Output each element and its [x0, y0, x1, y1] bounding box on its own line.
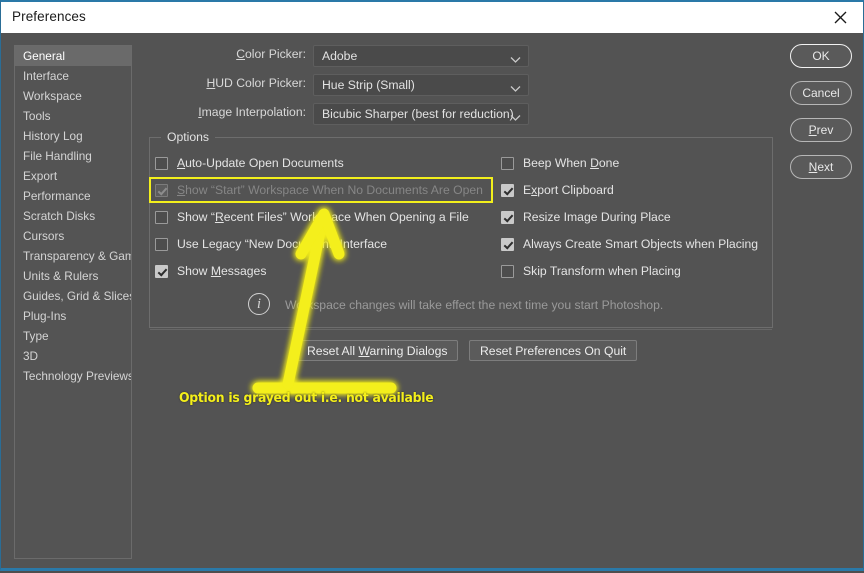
sidebar-item-file-handling[interactable]: File Handling — [15, 146, 131, 166]
checkbox-icon — [501, 237, 514, 251]
sidebar-item-cursors[interactable]: Cursors — [15, 226, 131, 246]
annotation-text: Option is grayed out i.e. not available — [179, 390, 434, 406]
sidebar-item-label: Units & Rulers — [23, 269, 99, 283]
reset-preferences-on-quit-button[interactable]: Reset Preferences On Quit — [469, 340, 638, 361]
sidebar-item-label: Performance — [23, 189, 91, 203]
sidebar-item-label: Transparency & Gamut — [23, 249, 131, 263]
dropdown-value: Bicubic Sharper (best for reduction) — [322, 107, 514, 121]
checkbox-icon — [501, 210, 514, 224]
sidebar-item-label: Plug-Ins — [23, 309, 67, 323]
checkbox-show-start-workspace-when-no-documents-are-open: Show “Start” Workspace When No Documents… — [155, 181, 483, 199]
checkbox-label: Export Clipboard — [523, 183, 614, 197]
dropdown-hud-color-picker[interactable]: Hue Strip (Small) — [313, 74, 529, 96]
dropdown-color-picker[interactable]: Adobe — [313, 45, 529, 67]
chevron-down-icon — [510, 109, 521, 127]
sidebar-item-export[interactable]: Export — [15, 166, 131, 186]
field-row: HUD Color Picker: Hue Strip (Small) — [1, 74, 864, 96]
sidebar-item-type[interactable]: Type — [15, 326, 131, 346]
field-label: Image Interpolation: — [198, 105, 306, 119]
sidebar-item-performance[interactable]: Performance — [15, 186, 131, 206]
chevron-down-icon — [510, 51, 521, 69]
separator — [150, 329, 772, 330]
dialog-title: Preferences — [12, 9, 86, 24]
sidebar-item-label: Type — [23, 329, 49, 343]
checkbox-icon — [155, 156, 168, 170]
sidebar-item-label: Cursors — [23, 229, 65, 243]
info-circle-icon: i — [248, 293, 270, 315]
checkbox-export-clipboard[interactable]: Export Clipboard — [501, 181, 614, 199]
sidebar-item-label: Technology Previews — [23, 369, 132, 383]
preferences-dialog: Preferences General Interface Workspace Too… — [0, 0, 864, 571]
reset-warnings-label: Reset All Warning Dialogs — [307, 343, 448, 358]
checkbox-icon — [501, 156, 514, 170]
checkbox-show-recent-files-workspace-when-opening-a-file[interactable]: Show “Recent Files” Workspace When Openi… — [155, 208, 469, 226]
sidebar-item-guides-grid-slices[interactable]: Guides, Grid & Slices — [15, 286, 131, 306]
checkbox-label: Use Legacy “New Document” Interface — [177, 237, 387, 251]
checkbox-label: Always Create Smart Objects when Placing — [523, 237, 759, 251]
next-button[interactable]: Next — [790, 155, 852, 179]
close-icon — [834, 11, 846, 23]
sidebar-item-label: History Log — [23, 129, 83, 143]
workspace-info-text: Workspace changes will take effect the n… — [285, 298, 664, 312]
checkbox-label: Skip Transform when Placing — [523, 264, 681, 278]
checkbox-icon — [155, 210, 168, 224]
sidebar-item-units-rulers[interactable]: Units & Rulers — [15, 266, 131, 286]
reset-all-warning-dialogs-button[interactable]: Reset All Warning Dialogs — [296, 340, 459, 361]
checkbox-auto-update-open-documents[interactable]: Auto-Update Open Documents — [155, 154, 344, 172]
field-label: Color Picker: — [236, 47, 306, 61]
dropdown-image-interpolation[interactable]: Bicubic Sharper (best for reduction) — [313, 103, 529, 125]
sidebar-item-label: File Handling — [23, 149, 92, 163]
checkbox-icon — [155, 183, 168, 197]
checkbox-label: Show “Start” Workspace When No Documents… — [177, 183, 483, 197]
sidebar-item-transparency-gamut[interactable]: Transparency & Gamut — [15, 246, 131, 266]
field-label: HUD Color Picker: — [206, 76, 306, 90]
next-label: Next — [808, 160, 834, 174]
checkbox-icon — [501, 183, 514, 197]
sidebar-item-history-log[interactable]: History Log — [15, 126, 131, 146]
sidebar-item-3d[interactable]: 3D — [15, 346, 131, 366]
sidebar-item-scratch-disks[interactable]: Scratch Disks — [15, 206, 131, 226]
sidebar-item-plug-ins[interactable]: Plug-Ins — [15, 306, 131, 326]
prev-label: Prev — [808, 123, 834, 137]
sidebar-item-label: Export — [23, 169, 58, 183]
checkbox-beep-when-done[interactable]: Beep When Done — [501, 154, 619, 172]
field-row: Color Picker: Adobe — [1, 45, 864, 67]
dropdown-value: Hue Strip (Small) — [322, 78, 415, 92]
checkbox-label: Auto-Update Open Documents — [177, 156, 344, 170]
sidebar-item-label: 3D — [23, 349, 39, 363]
title-bar: Preferences — [1, 2, 863, 33]
sidebar-item-label: Scratch Disks — [23, 209, 96, 223]
sidebar-item-label: Guides, Grid & Slices — [23, 289, 132, 303]
checkbox-show-messages[interactable]: Show Messages — [155, 262, 266, 280]
checkbox-icon — [155, 264, 168, 278]
checkbox-label: Beep When Done — [523, 156, 620, 170]
checkbox-label: Show Messages — [177, 264, 267, 278]
checkbox-resize-image-during-place[interactable]: Resize Image During Place — [501, 208, 671, 226]
options-legend: Options — [161, 130, 216, 144]
checkbox-label: Resize Image During Place — [523, 210, 671, 224]
sidebar-item-technology-previews[interactable]: Technology Previews — [15, 366, 131, 386]
dropdown-value: Adobe — [322, 49, 358, 63]
checkbox-skip-transform-when-placing[interactable]: Skip Transform when Placing — [501, 262, 681, 280]
chevron-down-icon — [510, 80, 521, 98]
checkbox-icon — [501, 264, 514, 278]
checkbox-always-create-smart-objects-when-placing[interactable]: Always Create Smart Objects when Placing — [501, 235, 758, 253]
field-row: Image Interpolation: Bicubic Sharper (bes… — [1, 103, 864, 125]
checkbox-use-legacy-new-document-interface[interactable]: Use Legacy “New Document” Interface — [155, 235, 387, 253]
checkbox-icon — [155, 237, 168, 251]
checkbox-label: Show “Recent Files” Workspace When Openi… — [177, 210, 469, 224]
close-button[interactable] — [817, 2, 863, 32]
